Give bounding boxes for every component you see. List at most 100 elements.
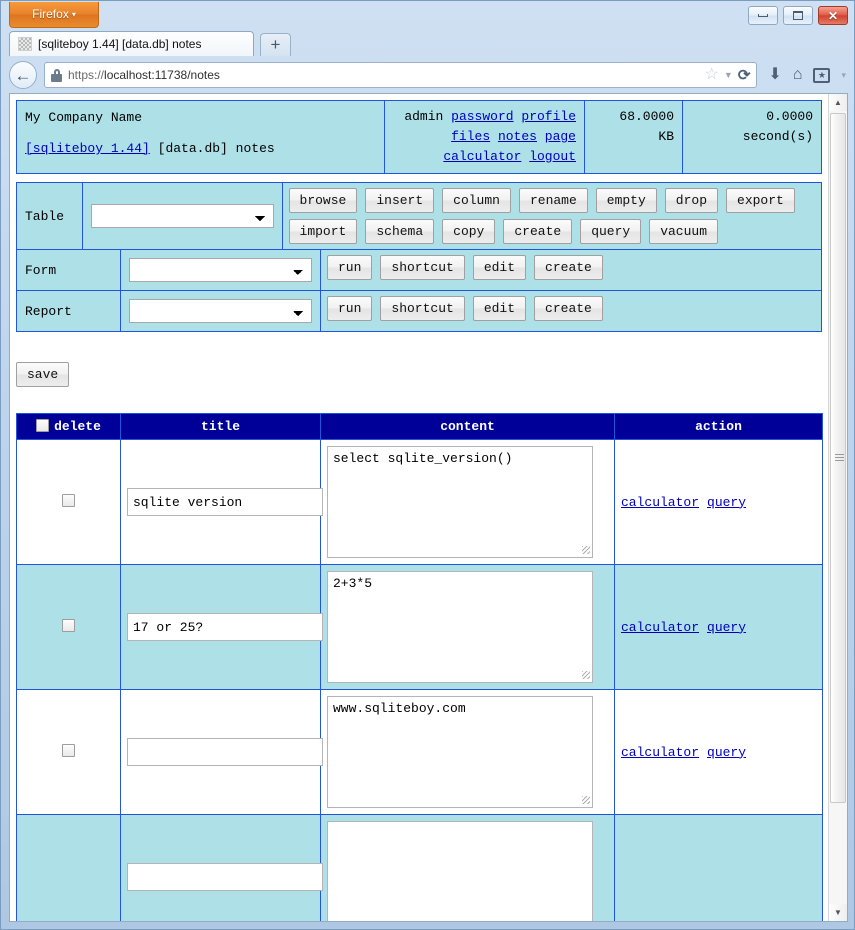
url-scheme: https://	[68, 68, 105, 82]
bookmark-star-icon[interactable]: ☆	[705, 67, 719, 83]
table-schema-button[interactable]: schema	[365, 219, 435, 244]
title-input[interactable]	[127, 613, 323, 641]
chevron-down-icon[interactable]: ▾	[841, 70, 846, 81]
control-label-form: Form	[17, 250, 121, 290]
column-header-content: content	[320, 413, 615, 440]
row-delete-checkbox[interactable]	[62, 618, 75, 632]
nav-link-notes[interactable]: notes	[498, 129, 537, 144]
table-select[interactable]	[90, 204, 274, 228]
chevron-down-icon[interactable]: ▼	[724, 70, 733, 80]
content-textarea[interactable]: select sqlite_version()	[327, 446, 593, 558]
row-delete-checkbox[interactable]	[62, 493, 75, 507]
select-all-checkbox[interactable]	[36, 419, 50, 432]
close-button[interactable]: ✕	[818, 6, 848, 25]
home-icon[interactable]: ⌂	[793, 67, 803, 83]
row-calculator-link[interactable]: calculator	[621, 495, 699, 510]
new-tab-button[interactable]: +	[260, 33, 291, 56]
title-input[interactable]	[127, 738, 323, 766]
report-select[interactable]	[129, 299, 312, 323]
row-delete-checkbox[interactable]	[62, 743, 75, 757]
company-cell: My Company Name [sqliteboy 1.44] [data.d…	[17, 101, 385, 173]
sqliteboy-version-link[interactable]: [sqliteboy 1.44]	[25, 141, 150, 156]
table-create-button[interactable]: create	[503, 219, 573, 244]
browser-tab[interactable]: [sqliteboy 1.44] [data.db] notes	[9, 31, 254, 56]
row-calculator-link[interactable]: calculator	[621, 620, 699, 635]
row-query-link[interactable]: query	[707, 495, 746, 510]
save-button[interactable]: save	[16, 362, 70, 387]
tab-title: [sqliteboy 1.44] [data.db] notes	[38, 37, 202, 51]
report-run-button[interactable]: run	[327, 296, 373, 321]
row-content-cell: 2+3*5	[320, 564, 615, 690]
nav-link-calculator[interactable]: calculator	[443, 149, 521, 164]
report-create-button[interactable]: create	[534, 296, 603, 321]
report-edit-button[interactable]: edit	[472, 296, 527, 321]
content-textarea[interactable]	[327, 821, 593, 921]
form-edit-button[interactable]: edit	[472, 255, 527, 280]
table-export-button[interactable]: export	[726, 188, 795, 213]
nav-link-profile[interactable]: profile	[521, 109, 576, 124]
toolbar-icons: ⬇ ⌂ ★ ▾	[764, 67, 846, 83]
table-empty-button[interactable]: empty	[595, 188, 657, 213]
table-drop-button[interactable]: drop	[664, 188, 719, 213]
content-textarea[interactable]: 2+3*5	[327, 571, 593, 683]
page-viewport: My Company Name [sqliteboy 1.44] [data.d…	[9, 93, 848, 922]
current-user: admin	[404, 109, 444, 124]
nav-link-password[interactable]: password	[451, 109, 513, 124]
row-query-link[interactable]: query	[707, 745, 746, 760]
minimize-button[interactable]	[748, 6, 778, 25]
row-query-link[interactable]: query	[707, 620, 746, 635]
form-shortcut-button[interactable]: shortcut	[380, 255, 465, 280]
page-name: notes	[235, 141, 275, 156]
control-panel: Table browse insert column rename empty …	[16, 182, 822, 332]
downloads-icon[interactable]: ⬇	[768, 67, 781, 83]
report-actions: run shortcut edit create	[321, 291, 821, 331]
table-copy-button[interactable]: copy	[442, 219, 496, 244]
row-title-cell	[120, 439, 323, 565]
reload-icon[interactable]: ⟳	[738, 68, 751, 83]
row-delete-cell	[16, 814, 121, 921]
table-row: 2+3*5 calculator query	[16, 564, 823, 690]
report-shortcut-button[interactable]: shortcut	[380, 296, 465, 321]
bookmarks-icon[interactable]: ★	[813, 67, 831, 83]
row-content-cell	[320, 814, 615, 921]
control-select-wrap-table	[83, 183, 283, 249]
nav-link-page[interactable]: page	[545, 129, 576, 144]
lock-icon	[51, 68, 62, 82]
minimize-icon	[758, 14, 768, 17]
form-run-button[interactable]: run	[327, 255, 373, 280]
table-browse-button[interactable]: browse	[288, 188, 358, 213]
url-bar[interactable]: https://localhost:11738/notes ☆ ▼ ⟳	[44, 62, 758, 88]
maximize-button[interactable]	[783, 6, 813, 25]
table-rename-button[interactable]: rename	[518, 188, 588, 213]
content-textarea[interactable]: www.sqliteboy.com	[327, 696, 593, 808]
table-column-button[interactable]: column	[442, 188, 511, 213]
table-insert-button[interactable]: insert	[365, 188, 435, 213]
row-calculator-link[interactable]: calculator	[621, 745, 699, 760]
control-row-table: Table browse insert column rename empty …	[17, 183, 821, 250]
nav-link-files[interactable]: files	[451, 129, 490, 144]
firefox-menu-button[interactable]: Firefox ▾	[9, 2, 99, 28]
page-scrollbar-vertical[interactable]: ▲ ▼	[828, 94, 847, 921]
form-select[interactable]	[129, 258, 312, 282]
form-create-button[interactable]: create	[534, 255, 603, 280]
save-row: save	[16, 362, 828, 387]
title-input[interactable]	[127, 488, 323, 516]
back-button[interactable]: ←	[9, 61, 37, 89]
table-query-button[interactable]: query	[580, 219, 642, 244]
title-input[interactable]	[127, 863, 323, 891]
scrollbar-thumb[interactable]	[830, 113, 846, 803]
row-delete-cell	[16, 689, 121, 815]
nav-link-logout[interactable]: logout	[529, 149, 576, 164]
control-label-report: Report	[17, 291, 121, 331]
table-row: select sqlite_version() calculator query	[16, 439, 823, 565]
row-delete-cell	[16, 439, 121, 565]
chevron-down-icon: ▾	[71, 10, 76, 19]
db-size-cell: 68.0000 KB	[585, 101, 683, 173]
scroll-up-arrow-icon[interactable]: ▲	[829, 94, 847, 111]
table-import-button[interactable]: import	[288, 219, 358, 244]
scroll-down-arrow-icon[interactable]: ▼	[829, 904, 847, 921]
column-label-delete: delete	[54, 419, 101, 434]
table-vacuum-button[interactable]: vacuum	[649, 219, 719, 244]
control-select-wrap-form	[121, 250, 321, 290]
url-host-path: localhost:11738/notes	[104, 68, 220, 82]
